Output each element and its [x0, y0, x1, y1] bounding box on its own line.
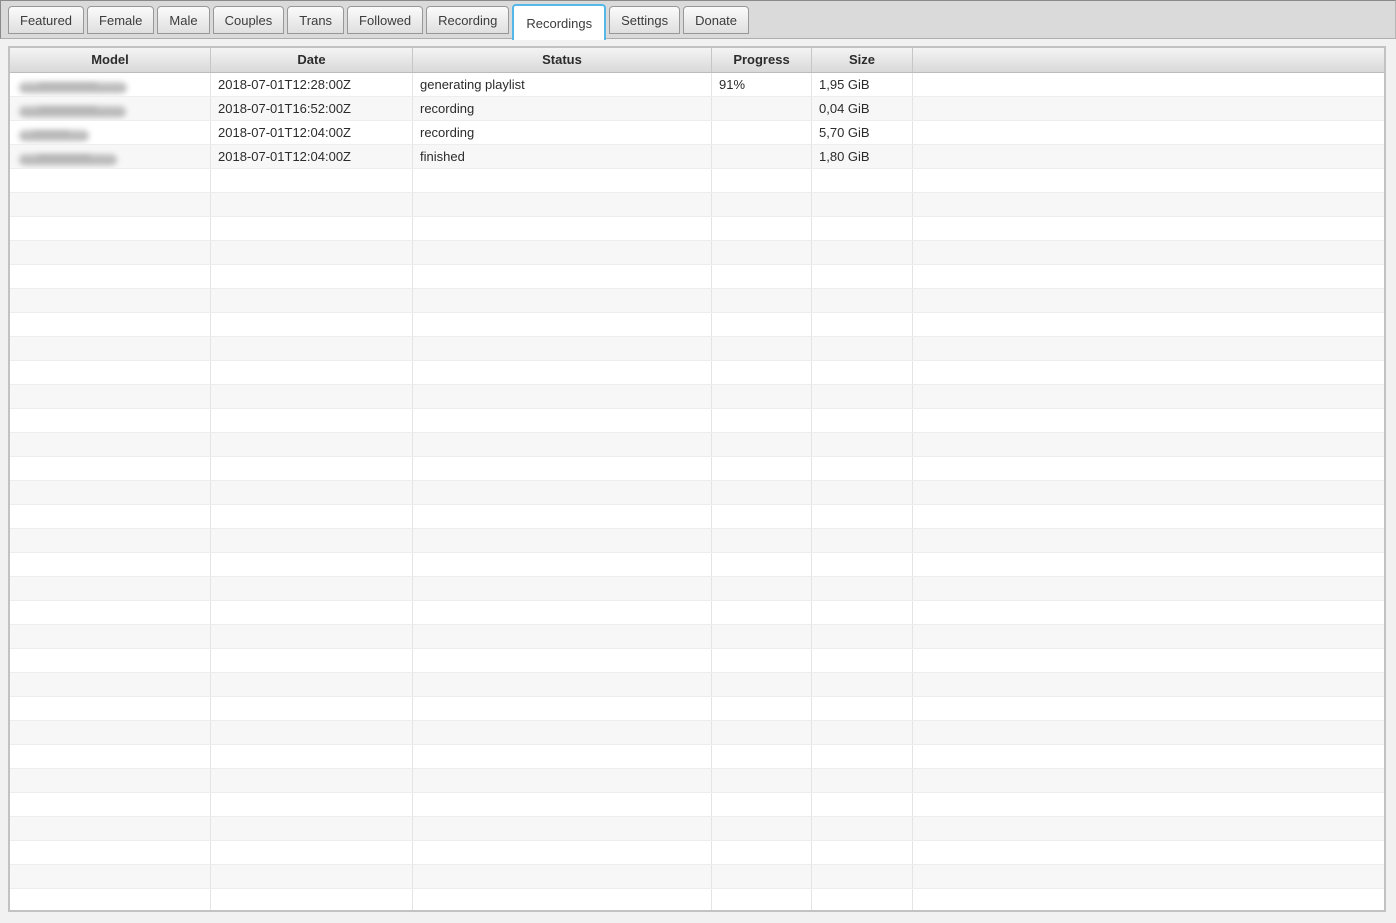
status-cell: generating playlist: [413, 73, 712, 96]
empty-table-row[interactable]: [10, 625, 1384, 649]
redacted-model-name: [19, 106, 126, 117]
tab-followed[interactable]: Followed: [347, 6, 423, 34]
empty-table-row[interactable]: [10, 433, 1384, 457]
table-row[interactable]: 2018-07-01T12:04:00Z recording 5,70 GiB: [10, 121, 1384, 145]
column-header-extra: [913, 48, 1384, 72]
tab-couples[interactable]: Couples: [213, 6, 285, 34]
redacted-model-name: [19, 130, 89, 141]
empty-table-row[interactable]: [10, 313, 1384, 337]
table-row[interactable]: 2018-07-01T12:28:00Z generating playlist…: [10, 73, 1384, 97]
progress-cell: [712, 145, 812, 168]
status-cell: recording: [413, 121, 712, 144]
empty-table-row[interactable]: [10, 409, 1384, 433]
tab-label: Settings: [621, 13, 668, 28]
empty-table-row[interactable]: [10, 169, 1384, 193]
empty-table-row[interactable]: [10, 361, 1384, 385]
progress-cell: 91%: [712, 73, 812, 96]
empty-table-row[interactable]: [10, 553, 1384, 577]
empty-table-row[interactable]: [10, 457, 1384, 481]
tab-trans[interactable]: Trans: [287, 6, 344, 34]
size-cell: 1,80 GiB: [812, 145, 913, 168]
tab-label: Followed: [359, 13, 411, 28]
empty-table-row[interactable]: [10, 745, 1384, 769]
empty-table-row[interactable]: [10, 769, 1384, 793]
progress-cell: [712, 97, 812, 120]
empty-table-row[interactable]: [10, 505, 1384, 529]
tab-donate[interactable]: Donate: [683, 6, 749, 34]
empty-table-row[interactable]: [10, 601, 1384, 625]
model-cell: [10, 145, 211, 168]
empty-table-row[interactable]: [10, 337, 1384, 361]
tab-label: Trans: [299, 13, 332, 28]
extra-cell: [913, 145, 1384, 168]
empty-table-row[interactable]: [10, 673, 1384, 697]
empty-table-row[interactable]: [10, 817, 1384, 841]
empty-table-row[interactable]: [10, 217, 1384, 241]
tab-label: Donate: [695, 13, 737, 28]
progress-cell: [712, 121, 812, 144]
empty-table-row[interactable]: [10, 529, 1384, 553]
table-header-row: ModelDateStatusProgressSize: [10, 48, 1384, 73]
empty-table-row[interactable]: [10, 193, 1384, 217]
tab-label: Recording: [438, 13, 497, 28]
empty-table-row[interactable]: [10, 697, 1384, 721]
tab-male[interactable]: Male: [157, 6, 209, 34]
empty-table-row[interactable]: [10, 577, 1384, 601]
empty-table-row[interactable]: [10, 889, 1384, 912]
empty-table-row[interactable]: [10, 649, 1384, 673]
redacted-model-name: [19, 154, 117, 165]
model-cell: [10, 121, 211, 144]
redacted-model-name: [19, 82, 127, 93]
empty-table-row[interactable]: [10, 289, 1384, 313]
date-cell: 2018-07-01T12:04:00Z: [211, 121, 413, 144]
tab-recordings[interactable]: Recordings: [512, 4, 606, 40]
empty-table-row[interactable]: [10, 241, 1384, 265]
table-body: 2018-07-01T12:28:00Z generating playlist…: [10, 73, 1384, 912]
tab-label: Female: [99, 13, 142, 28]
column-header-status[interactable]: Status: [413, 48, 712, 72]
column-header-progress[interactable]: Progress: [712, 48, 812, 72]
table-row[interactable]: 2018-07-01T12:04:00Z finished 1,80 GiB: [10, 145, 1384, 169]
empty-table-row[interactable]: [10, 481, 1384, 505]
tab-label: Recordings: [526, 16, 592, 31]
tab-bar: Featured Female Male Couples Trans Follo…: [0, 0, 1396, 39]
tab-settings[interactable]: Settings: [609, 6, 680, 34]
empty-table-row[interactable]: [10, 865, 1384, 889]
empty-table-row[interactable]: [10, 793, 1384, 817]
size-cell: 0,04 GiB: [812, 97, 913, 120]
date-cell: 2018-07-01T12:04:00Z: [211, 145, 413, 168]
column-header-model[interactable]: Model: [10, 48, 211, 72]
tab-label: Male: [169, 13, 197, 28]
column-header-size[interactable]: Size: [812, 48, 913, 72]
model-cell: [10, 73, 211, 96]
size-cell: 1,95 GiB: [812, 73, 913, 96]
tab-recording[interactable]: Recording: [426, 6, 509, 34]
recordings-table: ModelDateStatusProgressSize 2018-07-01T1…: [8, 46, 1386, 912]
tab-label: Featured: [20, 13, 72, 28]
extra-cell: [913, 97, 1384, 120]
tab-label: Couples: [225, 13, 273, 28]
extra-cell: [913, 73, 1384, 96]
tab-featured[interactable]: Featured: [8, 6, 84, 34]
column-header-date[interactable]: Date: [211, 48, 413, 72]
table-row[interactable]: 2018-07-01T16:52:00Z recording 0,04 GiB: [10, 97, 1384, 121]
size-cell: 5,70 GiB: [812, 121, 913, 144]
empty-table-row[interactable]: [10, 841, 1384, 865]
empty-table-row[interactable]: [10, 721, 1384, 745]
model-cell: [10, 97, 211, 120]
tab-female[interactable]: Female: [87, 6, 154, 34]
status-cell: finished: [413, 145, 712, 168]
empty-table-row[interactable]: [10, 385, 1384, 409]
date-cell: 2018-07-01T12:28:00Z: [211, 73, 413, 96]
status-cell: recording: [413, 97, 712, 120]
date-cell: 2018-07-01T16:52:00Z: [211, 97, 413, 120]
empty-table-row[interactable]: [10, 265, 1384, 289]
extra-cell: [913, 121, 1384, 144]
